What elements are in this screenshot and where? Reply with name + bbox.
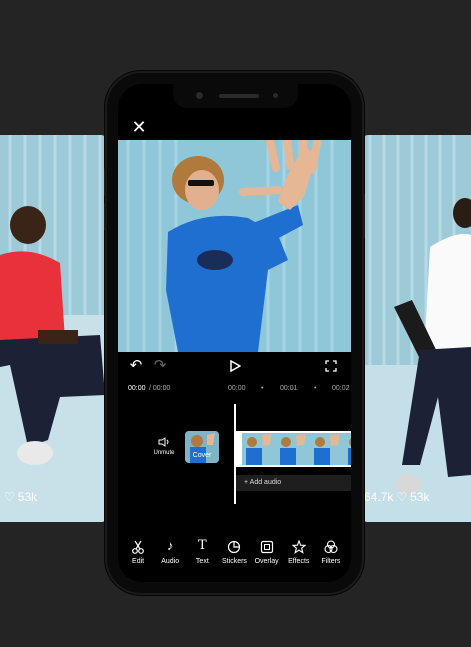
add-audio-track[interactable]: + Add audio — [236, 475, 351, 491]
music-note-icon: ♪ — [166, 538, 174, 553]
heart-icon: ♡ — [396, 490, 408, 504]
clip-frame — [242, 433, 276, 465]
phone-frame: ✕ ↶ ↷ 00:00 / 00:00 00:00 • 00:01 • 00:0… — [104, 73, 365, 593]
likes-count: 64.7k ♡ 53k — [364, 490, 430, 504]
effects-icon — [283, 538, 315, 554]
playback-controls: ↶ ↷ — [118, 356, 351, 378]
play-icon[interactable] — [225, 356, 245, 376]
sticker-icon — [218, 538, 250, 554]
tool-overlay[interactable]: Overlay — [251, 538, 283, 572]
cover-button[interactable]: Cover — [185, 431, 219, 463]
likes-count: ♡ 53k — [4, 490, 38, 504]
speaker-grille — [219, 94, 259, 98]
undo-icon[interactable]: ↶ — [126, 356, 146, 376]
unmute-button[interactable]: Unmute — [144, 436, 184, 456]
heart-icon: ♡ — [4, 490, 15, 504]
filters-icon — [315, 538, 347, 554]
clip-frame — [276, 433, 310, 465]
ruler-tick: 00:00 — [228, 385, 246, 392]
current-time: 00:00 — [128, 385, 146, 392]
scissors-icon — [122, 538, 154, 554]
tool-audio[interactable]: ♪ Audio — [154, 538, 186, 572]
power-button — [362, 193, 365, 239]
left-preview-image — [0, 135, 107, 522]
tool-edit[interactable]: Edit — [122, 538, 154, 572]
video-preview[interactable] — [118, 140, 351, 352]
editor-toolbar: Edit ♪ Audio T Text Stickers Overlay Eff… — [118, 538, 351, 572]
total-time: / 00:00 — [149, 385, 171, 392]
camera-icon — [196, 92, 203, 99]
clip-frame — [310, 433, 344, 465]
right-preview-image — [362, 135, 471, 522]
tool-effects[interactable]: Effects — [283, 538, 315, 572]
volume-up-button — [104, 168, 107, 196]
preview-image — [118, 140, 351, 352]
fullscreen-icon[interactable] — [321, 356, 341, 376]
notch — [173, 84, 298, 108]
ruler-tick: 00:02 — [332, 385, 350, 392]
tool-filters[interactable]: Filters — [315, 538, 347, 572]
overlay-icon — [251, 538, 283, 554]
ruler-tick: 00:01 — [280, 385, 298, 392]
ruler-dot: • — [261, 385, 264, 392]
tool-stickers[interactable]: Stickers — [218, 538, 250, 572]
phone-screen: ✕ ↶ ↷ 00:00 / 00:00 00:00 • 00:01 • 00:0… — [118, 84, 351, 582]
volume-down-button — [104, 203, 107, 231]
sensor-icon — [273, 93, 278, 98]
close-icon[interactable]: ✕ — [130, 118, 148, 136]
text-icon: T — [198, 538, 207, 553]
ruler-dot: • — [314, 385, 317, 392]
time-ruler: 00:00 / 00:00 00:00 • 00:01 • 00:02 — [118, 383, 351, 397]
left-preview-card[interactable]: ♡ 53k — [0, 135, 107, 522]
speaker-icon — [144, 436, 184, 448]
redo-icon[interactable]: ↷ — [150, 356, 170, 376]
clip-frames — [242, 433, 351, 465]
right-preview-card[interactable]: 64.7k ♡ 53k — [362, 135, 471, 522]
tool-text[interactable]: T Text — [186, 538, 218, 572]
timeline[interactable]: Unmute Cover + Add audio — [118, 404, 351, 504]
clip-frame — [344, 433, 351, 465]
video-clip-track[interactable] — [234, 431, 351, 467]
